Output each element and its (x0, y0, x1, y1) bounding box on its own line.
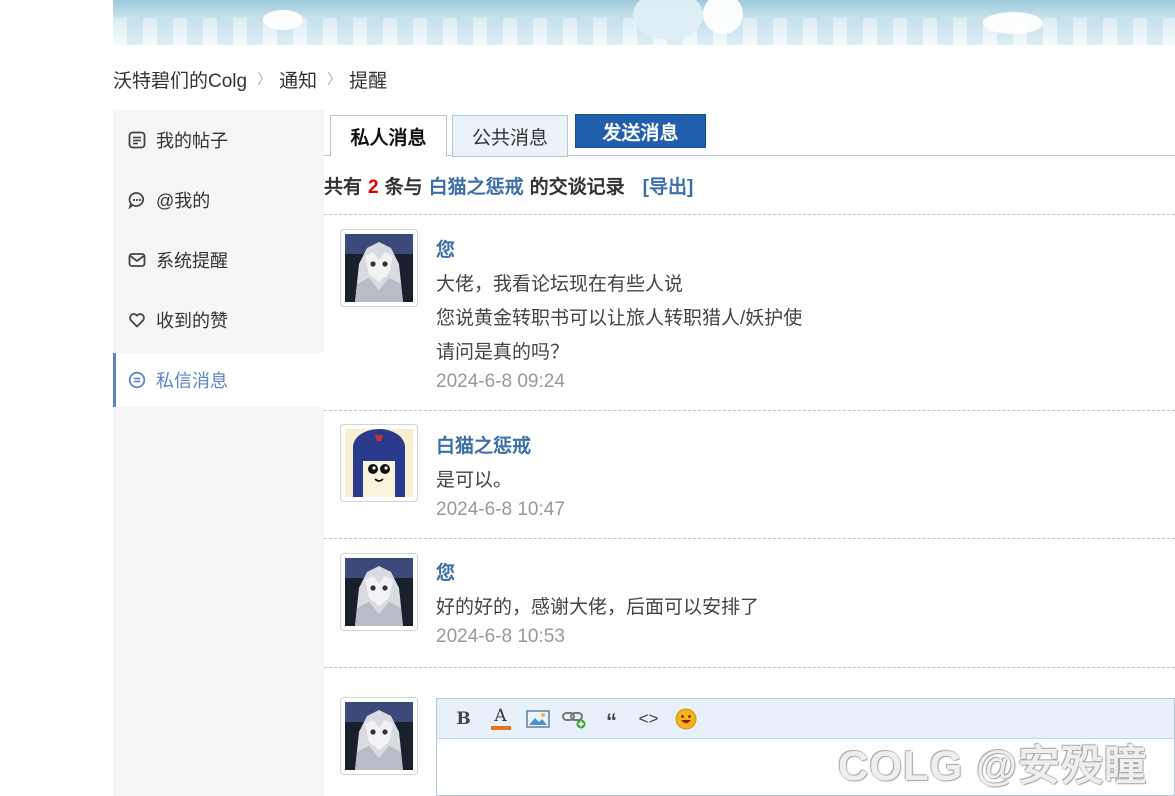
avatar (340, 697, 418, 775)
avatar[interactable] (340, 229, 418, 307)
message-time: 2024-6-8 10:47 (436, 499, 565, 520)
avatar-image (345, 558, 413, 626)
code-icon[interactable]: <> (630, 706, 667, 732)
message-count: 2 (368, 177, 379, 198)
conversation-partner-link[interactable]: 白猫之惩戒 (429, 177, 524, 198)
image-icon[interactable] (519, 706, 556, 732)
sidebar-item-likes[interactable]: 收到的赞 (113, 293, 324, 347)
heart-icon (127, 310, 147, 330)
sidebar-item-system-notice[interactable]: 系统提醒 (113, 233, 324, 287)
breadcrumb-current[interactable]: 提醒 (349, 66, 387, 93)
breadcrumb: 沃特碧们的Colg 〉 通知 〉 提醒 (113, 64, 387, 94)
link-icon[interactable] (556, 706, 593, 732)
sidebar-item-mentions[interactable]: @我的 (113, 173, 324, 227)
sidebar-item-my-posts[interactable]: 我的帖子 (113, 113, 324, 167)
sidebar-item-label: 系统提醒 (156, 251, 228, 271)
post-icon (127, 130, 147, 150)
message-line: 好的好的，感谢大佬，后面可以安排了 (436, 597, 760, 618)
avatar[interactable] (340, 553, 418, 631)
message-line: 您说黄金转职书可以让旅人转职猎人/妖护使 (436, 308, 803, 329)
message-time: 2024-6-8 09:24 (436, 371, 565, 392)
font-color-icon[interactable]: A (482, 706, 519, 732)
mention-icon (127, 190, 147, 210)
bold-icon[interactable]: B (445, 706, 482, 732)
top-banner (113, 0, 1175, 45)
emoji-icon[interactable] (667, 706, 704, 732)
message-tabs: 私人消息 公共消息 发送消息 (324, 110, 1175, 157)
message-item: 您 好的好的，感谢大佬，后面可以安排了 2024-6-8 10:53 (324, 538, 1175, 667)
summary-suffix: 的交谈记录 (529, 177, 625, 198)
sidebar-item-label: 收到的赞 (156, 311, 228, 331)
export-link[interactable]: [导出] (643, 177, 694, 198)
message-line: 是可以。 (436, 470, 513, 491)
sidebar: 我的帖子 @我的 系统提醒 收到的赞 私信消息 (113, 110, 324, 796)
message-author[interactable]: 您 (436, 558, 455, 585)
tab-public-messages[interactable]: 公共消息 (452, 115, 568, 157)
avatar-image (345, 429, 413, 497)
sidebar-item-label: 我的帖子 (156, 131, 228, 151)
summary-mid: 条与 (384, 177, 423, 198)
message-author[interactable]: 白猫之惩戒 (436, 431, 531, 458)
tab-private-messages[interactable]: 私人消息 (330, 115, 447, 157)
breadcrumb-notice-link[interactable]: 通知 (279, 66, 317, 93)
avatar-image (345, 234, 413, 302)
sidebar-item-label: @我的 (156, 191, 211, 211)
summary-prefix: 共有 (324, 177, 363, 198)
watermark: COLG @安殁瞳 (838, 742, 1147, 789)
breadcrumb-separator: 〉 (327, 71, 342, 87)
quote-icon[interactable]: “ (593, 706, 630, 732)
message-icon (127, 370, 147, 390)
conversation-summary: 共有 2 条与 白猫之惩戒 的交谈记录 [导出] (324, 172, 693, 199)
avatar-image (345, 702, 413, 770)
message-line: 大佬，我看论坛现在有些人说 (436, 274, 684, 295)
breadcrumb-home-link[interactable]: 沃特碧们的Colg (113, 66, 247, 93)
sidebar-item-private-messages[interactable]: 私信消息 (113, 353, 324, 407)
message-author[interactable]: 您 (436, 235, 455, 262)
breadcrumb-separator: 〉 (257, 71, 272, 87)
message-time: 2024-6-8 10:53 (436, 626, 565, 647)
send-message-button[interactable]: 发送消息 (575, 114, 706, 148)
message-item: 白猫之惩戒 是可以。 2024-6-8 10:47 (324, 410, 1175, 538)
mail-icon (127, 250, 147, 270)
message-line: 请问是真的吗？ (436, 342, 570, 363)
main-content: 私人消息 公共消息 发送消息 共有 2 条与 白猫之惩戒 的交谈记录 [导出] 您 大佬，… (324, 110, 1175, 796)
avatar[interactable] (340, 424, 418, 502)
message-item: 您 大佬，我看论坛现在有些人说 您说黄金转职书可以让旅人转职猎人/妖护使 请问是… (324, 214, 1175, 410)
sidebar-item-label: 私信消息 (156, 371, 228, 391)
